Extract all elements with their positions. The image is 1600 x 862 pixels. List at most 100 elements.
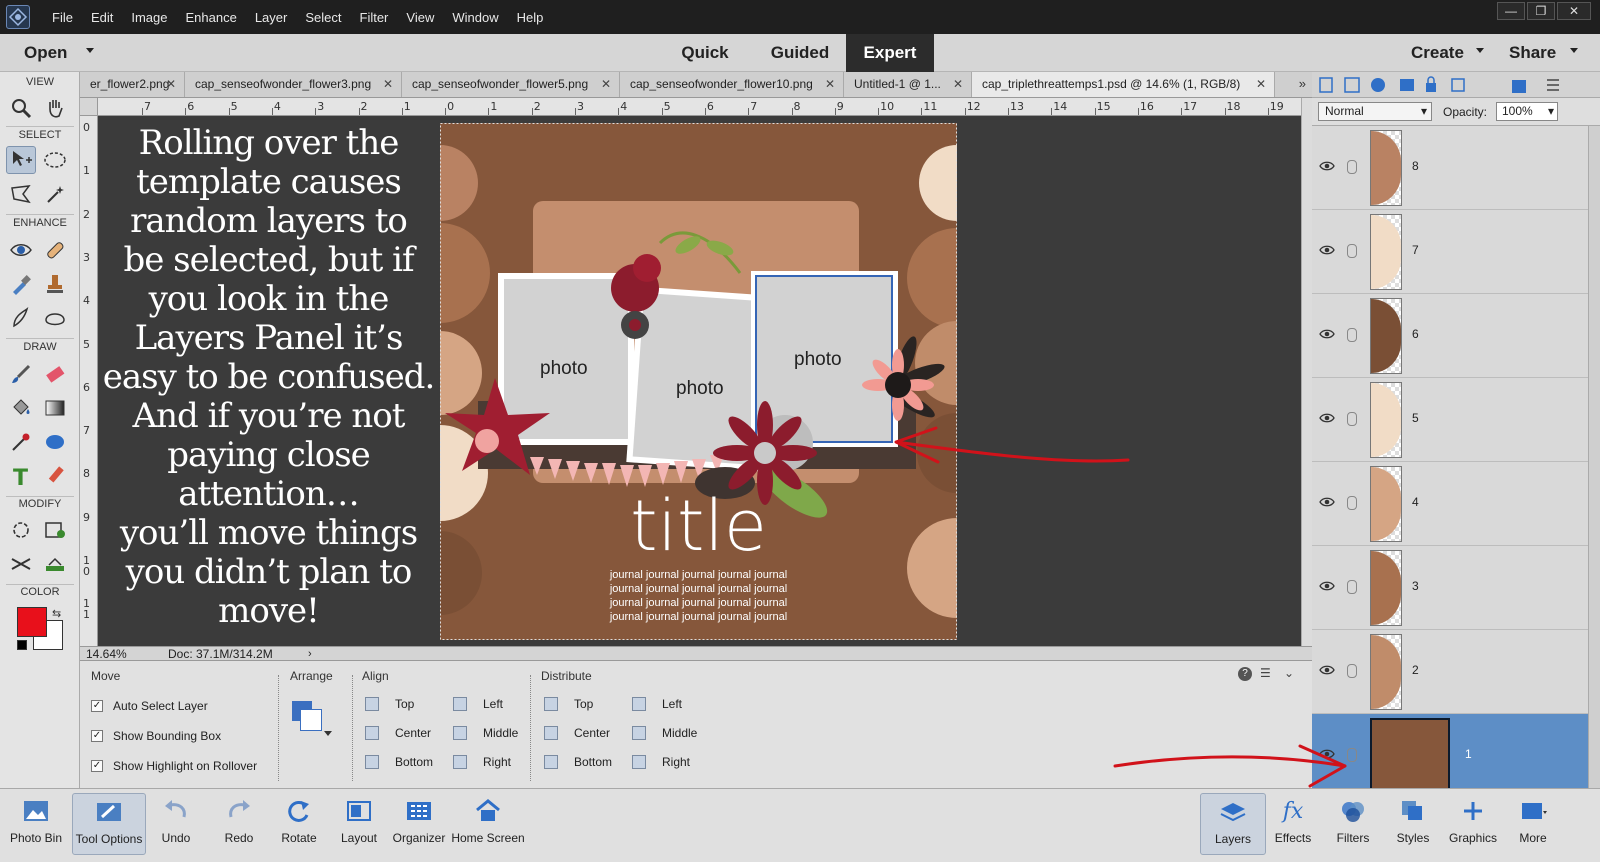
styles-button[interactable]: Styles [1380,793,1446,855]
more-tabs-icon[interactable]: » [1299,76,1306,91]
eyedropper-tool-icon[interactable] [6,428,36,456]
opacity-input[interactable]: 100% ▾ [1496,102,1558,121]
crop-tool-icon[interactable] [6,516,36,544]
align-center-button[interactable]: Center [365,726,431,740]
lasso-tool-icon[interactable] [6,180,36,208]
align-top-button[interactable]: Top [365,697,414,711]
photo-bin-button[interactable]: Photo Bin [3,793,69,855]
panel-menu-icon[interactable]: ☰ [1260,666,1271,680]
tab-document[interactable]: cap_senseofwonder_flower10.png ✕ [620,72,844,97]
open-button[interactable]: Open [24,43,67,63]
close-tab-icon[interactable]: ✕ [1256,72,1266,96]
layer-link-icon[interactable] [1347,496,1357,510]
blend-mode-select[interactable]: Normal ▾ [1318,102,1432,121]
create-dropdown-icon[interactable] [1476,48,1484,53]
mode-quick[interactable]: Quick [660,34,750,72]
visibility-eye-icon[interactable] [1319,412,1335,424]
distribute-top-button[interactable]: Top [544,697,593,711]
paint-bucket-tool-icon[interactable] [6,394,36,422]
layer-mask-icon[interactable] [1398,76,1416,94]
swap-colors-icon[interactable]: ⇆ [52,607,61,620]
eraser-tool-icon[interactable] [40,360,70,388]
open-dropdown-icon[interactable] [86,48,94,53]
layers-menu-icon[interactable] [1545,76,1561,94]
close-tab-icon[interactable]: ✕ [166,72,176,96]
marquee-tool-icon[interactable] [40,146,70,174]
layers-panel-button[interactable]: Layers [1200,793,1266,855]
auto-select-layer-checkbox[interactable]: ✓ Auto Select Layer [91,699,208,713]
collapse-icon[interactable]: ⌄ [1284,666,1294,680]
document-canvas[interactable]: photo photo photo title journal journal … [440,123,957,640]
align-middle-button[interactable]: Middle [453,726,518,740]
menu-window[interactable]: Window [452,10,498,25]
status-menu-icon[interactable]: › [308,647,312,661]
visibility-eye-icon[interactable] [1319,160,1335,172]
close-tab-icon[interactable]: ✕ [601,72,611,96]
menu-view[interactable]: View [406,10,434,25]
new-layer-icon[interactable] [1318,76,1334,94]
filters-button[interactable]: Filters [1320,793,1386,855]
close-button[interactable]: ✕ [1557,2,1591,20]
layer-row[interactable]: 5 [1312,378,1588,462]
layer-row[interactable]: 8 [1312,126,1588,210]
arrange-icon[interactable] [292,701,332,741]
create-button[interactable]: Create [1411,43,1464,63]
rotate-button[interactable]: Rotate [266,793,332,855]
checkbox[interactable]: ✓ [91,760,103,772]
zoom-level[interactable]: 14.64% [86,647,127,661]
home-screen-button[interactable]: Home Screen [450,793,526,855]
layer-row[interactable]: 4 [1312,462,1588,546]
sponge-tool-icon[interactable] [40,304,70,332]
distribute-right-button[interactable]: Right [632,755,690,769]
menu-enhance[interactable]: Enhance [186,10,237,25]
type-tool-icon[interactable]: T [6,462,36,490]
tab-document[interactable]: cap_senseofwonder_flower5.png ✕ [402,72,620,97]
show-highlight-checkbox[interactable]: ✓ Show Highlight on Rollover [91,759,257,773]
red-eye-tool-icon[interactable] [6,236,36,264]
layers-scrollbar[interactable] [1588,126,1600,788]
straighten-tool-icon[interactable] [40,550,70,578]
minimize-button[interactable]: — [1497,2,1525,20]
menu-select[interactable]: Select [305,10,341,25]
visibility-eye-icon[interactable] [1319,580,1335,592]
menu-edit[interactable]: Edit [91,10,113,25]
align-bottom-button[interactable]: Bottom [365,755,433,769]
align-right-button[interactable]: Right [453,755,511,769]
distribute-bottom-button[interactable]: Bottom [544,755,612,769]
lock-transparent-icon[interactable] [1450,76,1466,94]
tab-document[interactable]: er_flower2.png ✕ [80,72,185,97]
checkbox[interactable]: ✓ [91,730,103,742]
recompose-tool-icon[interactable] [40,516,70,544]
visibility-eye-icon[interactable] [1319,496,1335,508]
distribute-center-button[interactable]: Center [544,726,610,740]
visibility-eye-icon[interactable] [1319,664,1335,676]
layer-link-icon[interactable] [1347,160,1357,174]
share-button[interactable]: Share [1509,43,1556,63]
share-dropdown-icon[interactable] [1570,48,1578,53]
mode-guided[interactable]: Guided [754,34,846,72]
canvas-vertical-scrollbar[interactable] [1301,98,1312,646]
undo-button[interactable]: Undo [143,793,209,855]
layer-row[interactable]: 3 [1312,546,1588,630]
move-tool-icon[interactable] [6,146,36,174]
distribute-left-button[interactable]: Left [632,697,682,711]
zoom-tool-icon[interactable] [6,94,36,122]
close-tab-icon[interactable]: ✕ [953,72,963,96]
lock-all-icon[interactable] [1424,76,1438,94]
layer-link-icon[interactable] [1347,244,1357,258]
layer-link-icon[interactable] [1347,412,1357,426]
layer-row[interactable]: 2 [1312,630,1588,714]
gradient-tool-icon[interactable] [40,394,70,422]
show-bounding-box-checkbox[interactable]: ✓ Show Bounding Box [91,729,221,743]
redo-button[interactable]: Redo [206,793,272,855]
close-tab-icon[interactable]: ✕ [825,72,835,96]
layer-link-icon[interactable] [1347,580,1357,594]
close-tab-icon[interactable]: ✕ [383,72,393,96]
layer-link-icon[interactable] [1347,664,1357,678]
foreground-color-swatch[interactable] [17,607,47,637]
hand-tool-icon[interactable] [40,94,70,122]
help-icon[interactable]: ? [1238,667,1252,681]
adjustment-layer-icon[interactable] [1369,76,1387,94]
shape-tool-icon[interactable] [40,428,70,456]
organizer-button[interactable]: Organizer [386,793,452,855]
